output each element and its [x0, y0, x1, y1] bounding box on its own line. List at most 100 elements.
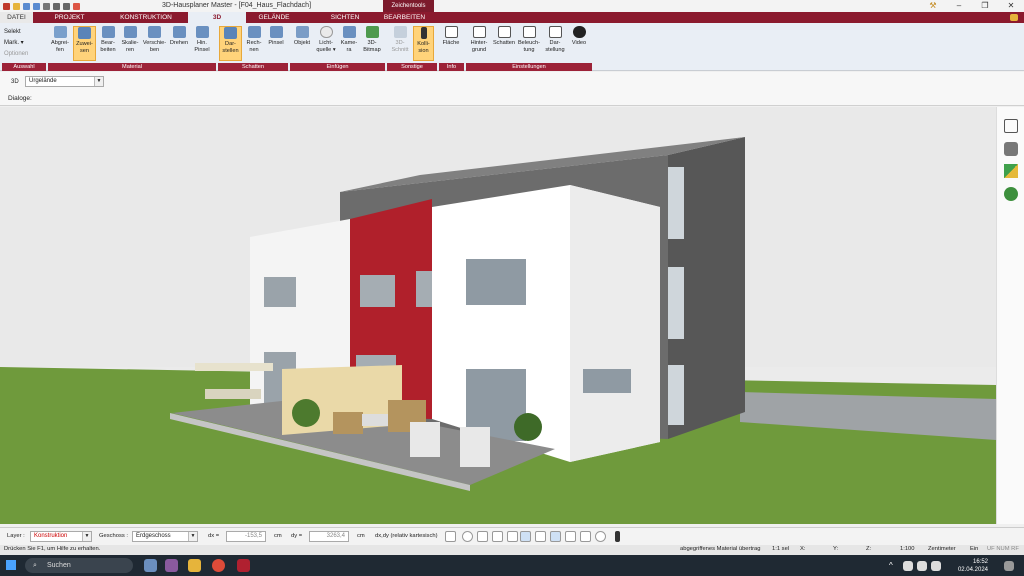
skalieren-button[interactable]: Skalie-ren — [119, 26, 141, 53]
schnitt-button[interactable]: 3D-Schnitt — [389, 26, 411, 53]
open-icon[interactable] — [13, 2, 20, 10]
save-icon[interactable] — [23, 2, 30, 10]
paint-icon — [78, 27, 91, 39]
bitmap-button[interactable]: 3D-Bitmap — [361, 26, 383, 53]
layer-combo[interactable]: Konstruktion ▼ — [30, 531, 92, 542]
dx-field[interactable]: -153,5 — [226, 531, 266, 542]
redo-icon[interactable] — [63, 2, 70, 10]
schatten-button[interactable]: Schatten — [492, 26, 516, 47]
grid-icon[interactable] — [580, 531, 591, 542]
app-icon[interactable] — [3, 2, 10, 10]
darstellung-button[interactable]: Dar-stellung — [543, 26, 567, 53]
notification-icon[interactable] — [1004, 561, 1014, 571]
kamera-button[interactable]: Kame-ra — [339, 26, 359, 53]
group-einfuegen: Einfügen — [290, 63, 385, 71]
clock[interactable]: 16:52 02.04.2024 — [958, 558, 988, 574]
minimize-button[interactable]: – — [946, 0, 972, 12]
scene-render — [0, 107, 996, 524]
coordinate-mode[interactable]: dx,dy (relativ kartesisch) — [375, 533, 438, 539]
chrome-icon[interactable] — [212, 559, 225, 572]
snap-icon[interactable] — [492, 531, 503, 542]
books-icon[interactable] — [144, 559, 157, 572]
tray-chevron-icon[interactable]: ^ — [889, 561, 893, 570]
settings-icon[interactable] — [73, 2, 80, 10]
zuweisen-button[interactable]: Zuwei-sen — [73, 26, 96, 61]
dialog-bar: Dialoge: — [0, 92, 1024, 106]
close-button[interactable]: ✕ — [998, 0, 1024, 12]
beleuchtung-button[interactable]: Beleuch-tung — [517, 26, 541, 53]
terrain-combo[interactable]: Urgelände ▼ — [25, 76, 104, 87]
abgreifen-button[interactable]: Abgrei-fen — [49, 26, 71, 53]
pin-icon[interactable]: ⚒ — [920, 0, 946, 12]
plant-icon[interactable] — [1004, 187, 1018, 201]
save-as-icon[interactable] — [33, 2, 40, 10]
window-side-1 — [668, 167, 684, 239]
kollision-button[interactable]: Kolli-sion — [413, 26, 434, 61]
maximize-button[interactable]: ❐ — [972, 0, 998, 12]
tab-projekt[interactable]: PROJEKT — [47, 12, 92, 23]
chevron-down-icon[interactable]: ▼ — [94, 77, 103, 86]
dy-field[interactable]: 3263,4 — [309, 531, 349, 542]
tray-app-icon[interactable] — [903, 561, 913, 571]
optionen-button[interactable]: Optionen — [4, 49, 28, 60]
taskbar: ⌕ Suchen ^ 16:52 02.04.2024 — [0, 555, 1024, 576]
tab-datei[interactable]: DATEI — [0, 12, 33, 23]
chevron-down-icon[interactable]: ▼ — [82, 532, 91, 541]
geschoss-combo[interactable]: Erdgeschoss ▼ — [132, 531, 198, 542]
section-icon — [393, 26, 407, 38]
taskbar-search[interactable]: ⌕ Suchen — [25, 558, 133, 573]
undo-icon[interactable] — [53, 2, 60, 10]
objekt-button[interactable]: Objekt — [291, 26, 313, 47]
swing-canopy — [195, 363, 273, 371]
darstellen-button[interactable]: Dar-stellen — [219, 26, 242, 61]
print-icon[interactable] — [43, 2, 50, 10]
help-icon[interactable] — [1010, 14, 1018, 21]
selekt-button[interactable]: Selekt — [4, 27, 28, 38]
hausplaner-icon[interactable] — [237, 559, 250, 572]
clock-icon[interactable] — [462, 531, 473, 542]
verschieben-button[interactable]: Verschie-ben — [142, 26, 167, 53]
side-window — [583, 369, 631, 393]
rechnen-button[interactable]: Rech-nen — [243, 26, 265, 53]
chevron-down-icon[interactable]: ▼ — [188, 532, 197, 541]
red-window-1 — [360, 275, 395, 307]
widgets-icon[interactable] — [165, 559, 178, 572]
measure-icon[interactable] — [535, 531, 546, 542]
tab-3d[interactable]: 3D — [188, 12, 246, 23]
layers-icon[interactable] — [1004, 119, 1018, 133]
bearbeiten-button[interactable]: Bear-beiten — [97, 26, 119, 53]
grid-toggle-icon[interactable] — [445, 531, 456, 542]
angle-icon[interactable] — [550, 531, 561, 542]
hintergrund-button[interactable]: Hinter-grund — [467, 26, 491, 53]
deck-chair-2 — [460, 427, 490, 467]
volume-icon[interactable] — [931, 561, 941, 571]
house-shadow-icon — [497, 26, 511, 38]
hin-pinsel-button[interactable]: Hin. Pinsel — [191, 26, 213, 53]
bulb-icon — [319, 26, 333, 38]
tab-bearbeiten[interactable]: BEARBEITEN — [377, 12, 432, 23]
plant-right — [514, 413, 542, 441]
texture-icon[interactable] — [1004, 164, 1018, 178]
tab-konstruktion[interactable]: KONSTRUKTION — [110, 12, 182, 23]
windows-start-icon[interactable] — [6, 560, 16, 570]
flaeche-button[interactable]: Fläche — [440, 26, 462, 47]
monitor-icon[interactable] — [477, 531, 488, 542]
quick-access-toolbar — [0, 2, 80, 10]
explorer-icon[interactable] — [188, 559, 201, 572]
north-icon[interactable] — [595, 531, 606, 542]
hatch-icon[interactable] — [565, 531, 576, 542]
lock-icon[interactable] — [507, 531, 518, 542]
tab-gelaende[interactable]: GELÄNDE — [250, 12, 298, 23]
line-icon[interactable] — [520, 531, 531, 542]
chair-icon[interactable] — [1004, 142, 1018, 156]
video-button[interactable]: Video — [569, 26, 589, 47]
drehen-button[interactable]: Drehen — [168, 26, 190, 47]
3d-viewport[interactable] — [0, 107, 996, 524]
tab-sichten[interactable]: SICHTEN — [320, 12, 370, 23]
front-window-upper — [466, 259, 526, 305]
lichtquelle-button[interactable]: Licht-quelle ▾ — [314, 26, 338, 53]
pinsel-button[interactable]: Pinsel — [266, 26, 286, 47]
network-icon[interactable] — [917, 561, 927, 571]
dy-label: dy = — [291, 533, 303, 539]
mark-button[interactable]: Mark. ▾ — [4, 38, 28, 49]
